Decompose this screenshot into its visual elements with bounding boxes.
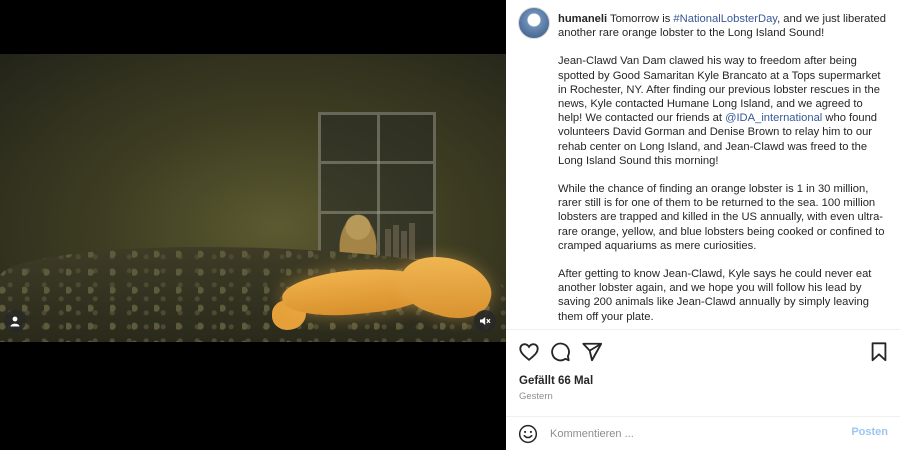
comment-bar: Posten	[506, 416, 900, 450]
action-bar	[506, 337, 900, 367]
lobster-video[interactable]	[0, 54, 506, 342]
post-comment-button[interactable]: Posten	[851, 426, 888, 438]
username-link[interactable]: humaneli	[558, 13, 607, 25]
avatar[interactable]	[518, 7, 550, 39]
post-caption: humaneli Tomorrow is #NationalLobsterDay…	[558, 12, 886, 329]
media-pane	[0, 0, 506, 450]
comment-input[interactable]	[550, 425, 840, 443]
smiley-icon[interactable]	[518, 424, 538, 444]
likes-count[interactable]: Gefällt 66 Mal	[519, 375, 593, 387]
comment-bubble-icon[interactable]	[549, 341, 571, 363]
caption-paragraph-4: After getting to know Jean-Clawd, Kyle s…	[558, 268, 872, 323]
user-tag-button[interactable]	[4, 310, 26, 332]
caption-intro: Tomorrow is	[607, 13, 674, 25]
caption-paragraph-3: While the chance of finding an orange lo…	[558, 183, 885, 252]
mute-button[interactable]	[474, 310, 496, 332]
hashtag-link[interactable]: #NationalLobsterDay	[673, 13, 777, 25]
heart-icon[interactable]	[518, 341, 540, 363]
post-date[interactable]: Gestern	[519, 391, 553, 402]
user-icon	[10, 316, 20, 327]
post-panel: humaneli Tomorrow is #NationalLobsterDay…	[506, 0, 900, 450]
caption-scroll-area[interactable]: humaneli Tomorrow is #NationalLobsterDay…	[506, 0, 900, 330]
paper-plane-icon[interactable]	[581, 341, 603, 363]
speaker-muted-icon	[480, 317, 491, 325]
mention-link[interactable]: @IDA_international	[725, 112, 822, 124]
bookmark-icon[interactable]	[868, 341, 890, 363]
